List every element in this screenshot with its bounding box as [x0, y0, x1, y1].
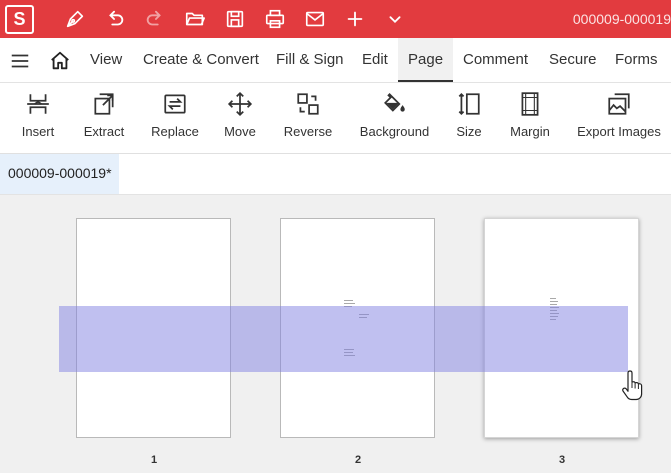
export-images-icon	[608, 93, 630, 115]
text-line	[550, 301, 558, 302]
window-title: 000009-000019	[572, 11, 671, 27]
pen-icon[interactable]	[63, 8, 87, 30]
ribbon-toolbar: Insert Extract Replace Move Reverse Back…	[0, 83, 671, 154]
export-images-label: Export Images	[577, 124, 661, 139]
page-thumbnails-area[interactable]: 1 2 3	[0, 195, 671, 473]
hand-cursor-icon	[622, 370, 643, 401]
redo-icon[interactable]	[143, 8, 167, 30]
reverse-icon	[297, 93, 319, 115]
extract-button[interactable]: Extract	[78, 83, 130, 154]
tab-secure[interactable]: Secure	[549, 38, 597, 82]
tab-fill-sign[interactable]: Fill & Sign	[276, 38, 344, 82]
page-number-1: 1	[150, 454, 158, 466]
tab-create-convert[interactable]: Create & Convert	[143, 38, 259, 82]
app-logo[interactable]: S	[5, 5, 34, 34]
selection-rectangle	[59, 306, 628, 372]
size-button[interactable]: Size	[452, 83, 486, 154]
background-label: Background	[359, 124, 430, 139]
open-folder-icon[interactable]	[183, 8, 207, 30]
size-label: Size	[456, 124, 482, 139]
menu-bar: View Create & Convert Fill & Sign Edit P…	[0, 38, 671, 83]
title-bar: S 000009-000019	[0, 0, 671, 38]
replace-icon	[164, 94, 186, 114]
undo-icon[interactable]	[103, 8, 127, 30]
margin-button[interactable]: Margin	[507, 83, 553, 154]
tab-edit[interactable]: Edit	[362, 38, 388, 82]
document-tab[interactable]: 000009-000019*	[0, 154, 119, 194]
margin-label: Margin	[510, 124, 550, 139]
insert-button[interactable]: Insert	[12, 83, 64, 154]
insert-icon	[27, 94, 49, 114]
save-icon[interactable]	[223, 8, 247, 30]
extract-icon	[94, 93, 114, 115]
margin-icon	[521, 92, 539, 116]
tab-page[interactable]: Page	[398, 38, 454, 82]
tab-comment[interactable]: Comment	[463, 38, 528, 82]
replace-button[interactable]: Replace	[146, 83, 204, 154]
chevron-down-icon[interactable]	[383, 8, 407, 30]
home-icon[interactable]	[49, 50, 71, 72]
reverse-button[interactable]: Reverse	[280, 83, 336, 154]
size-icon	[458, 93, 480, 115]
background-button[interactable]: Background	[357, 83, 432, 154]
export-images-button[interactable]: Export Images	[576, 83, 662, 154]
move-button[interactable]: Move	[220, 83, 260, 154]
document-tab-strip: 000009-000019*	[0, 154, 671, 195]
text-line	[344, 303, 355, 304]
tab-forms[interactable]: Forms	[615, 38, 658, 82]
insert-label: Insert	[21, 124, 55, 139]
mail-icon[interactable]	[303, 8, 327, 30]
page-number-2: 2	[354, 454, 362, 466]
add-icon[interactable]	[343, 8, 367, 30]
move-icon	[227, 91, 253, 117]
move-label: Move	[224, 124, 256, 139]
tab-view[interactable]: View	[90, 38, 122, 82]
replace-label: Replace	[151, 124, 199, 139]
hamburger-menu-icon[interactable]	[9, 50, 31, 72]
extract-label: Extract	[83, 124, 125, 139]
print-icon[interactable]	[263, 8, 287, 30]
page-number-3: 3	[558, 454, 566, 466]
reverse-label: Reverse	[283, 124, 333, 139]
text-line	[344, 300, 353, 301]
paint-bucket-icon	[383, 93, 405, 112]
text-line	[550, 298, 556, 299]
text-line	[550, 304, 557, 305]
